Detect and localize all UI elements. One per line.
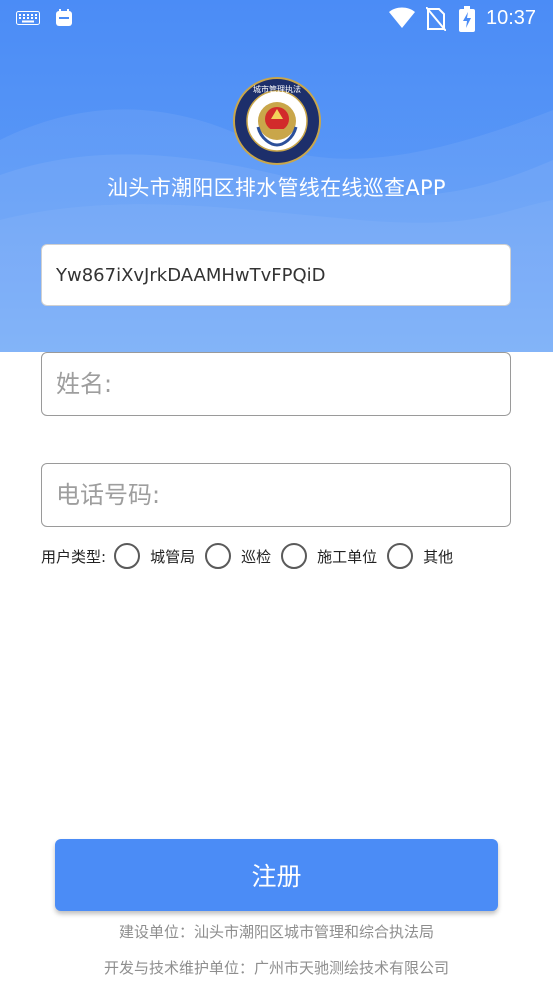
radio-unchecked-icon[interactable] bbox=[205, 543, 232, 569]
battery-charging-icon bbox=[459, 6, 475, 32]
footer-builder-text: 建设单位：汕头市潮阳区城市管理和综合执法局 bbox=[118, 923, 434, 941]
radio-option-label: 巡检 bbox=[241, 547, 272, 566]
user-type-option-other[interactable]: 其他 bbox=[387, 543, 453, 569]
radio-unchecked-icon[interactable] bbox=[387, 543, 414, 569]
user-type-label: 用户类型: bbox=[41, 547, 107, 566]
footer-developer-text: 开发与技术维护单位：广州市天驰测绘技术有限公司 bbox=[103, 959, 449, 977]
name-input[interactable] bbox=[42, 353, 510, 415]
urban-management-emblem-icon: 城市管理执法 bbox=[233, 77, 321, 165]
name-field[interactable] bbox=[41, 352, 511, 416]
radio-option-label: 施工单位 bbox=[317, 547, 378, 566]
radio-unchecked-icon[interactable] bbox=[281, 543, 308, 569]
status-time: 10:37 bbox=[486, 7, 537, 29]
svg-text:城市管理执法: 城市管理执法 bbox=[253, 84, 301, 94]
app-title: 汕头市潮阳区排水管线在线巡查APP bbox=[107, 176, 446, 200]
wifi-icon bbox=[389, 7, 415, 28]
register-button[interactable]: 注册 bbox=[55, 839, 498, 911]
radio-unchecked-icon[interactable] bbox=[114, 543, 141, 569]
phone-input[interactable] bbox=[42, 464, 510, 526]
access-key-input[interactable] bbox=[42, 245, 510, 305]
user-type-option-construction[interactable]: 施工单位 bbox=[281, 543, 377, 569]
user-type-option-patrol[interactable]: 巡检 bbox=[205, 543, 271, 569]
phone-field[interactable] bbox=[41, 463, 511, 527]
notification-icon bbox=[56, 9, 72, 26]
user-type-group: 用户类型: 城管局 巡检 施工单位 其他 bbox=[41, 540, 521, 572]
radio-option-label: 其他 bbox=[423, 547, 454, 566]
user-type-option-city-management[interactable]: 城管局 bbox=[114, 543, 195, 569]
status-bar: 10:37 bbox=[0, 0, 553, 38]
radio-option-label: 城管局 bbox=[150, 547, 196, 566]
access-key-field[interactable] bbox=[41, 244, 511, 306]
keyboard-icon bbox=[16, 11, 40, 25]
no-sim-icon bbox=[426, 7, 446, 31]
